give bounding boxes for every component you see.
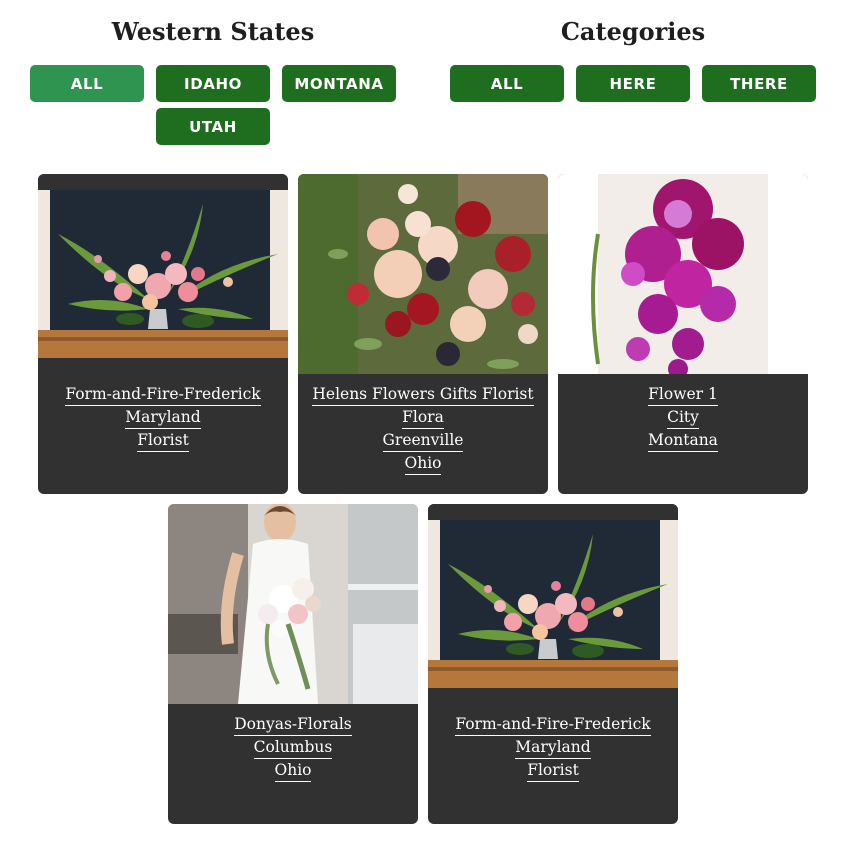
- western-states-filter: Western States ALL IDAHO MONTANA UTAH: [24, 0, 402, 150]
- florist-city-link[interactable]: Columbus: [253, 737, 333, 759]
- category-filter-here-button[interactable]: HERE: [576, 65, 690, 102]
- florist-card-caption: Donyas-Florals Columbus Ohio: [168, 714, 418, 783]
- florist-state-link[interactable]: Ohio: [404, 453, 442, 475]
- florist-city-link[interactable]: Flora: [402, 407, 444, 429]
- florist-location-link[interactable]: Maryland: [125, 407, 201, 429]
- florist-card: Helens Flowers Gifts Florist Flora Green…: [298, 174, 548, 494]
- category-filter-there-button[interactable]: THERE: [702, 65, 816, 102]
- florist-category-link[interactable]: Florist: [137, 430, 189, 452]
- florist-location-link[interactable]: Maryland: [515, 737, 591, 759]
- florist-card: Flower 1 City Montana: [558, 174, 808, 494]
- florist-name-link[interactable]: Helens Flowers Gifts Florist: [312, 384, 534, 406]
- florist-card: Donyas-Florals Columbus Ohio: [168, 504, 418, 824]
- florist-card: Form-and-Fire-Frederick Maryland Florist: [428, 504, 678, 824]
- florist-card-caption: Helens Flowers Gifts Florist Flora Green…: [298, 384, 548, 476]
- bouquet-closeup-photo[interactable]: [298, 174, 548, 374]
- state-filter-idaho-button[interactable]: IDAHO: [156, 65, 270, 102]
- state-filter-all-button[interactable]: ALL: [30, 65, 144, 102]
- florist-state-link[interactable]: Ohio: [274, 760, 312, 782]
- category-filter-all-button[interactable]: ALL: [450, 65, 564, 102]
- bride-with-bouquet-photo[interactable]: [168, 504, 418, 704]
- florist-name-link[interactable]: Donyas-Florals: [234, 714, 352, 736]
- categories-title: Categories: [560, 17, 706, 46]
- state-filter-utah-button[interactable]: UTAH: [156, 108, 270, 145]
- categories-filter: Categories ALL HERE THERE: [444, 0, 822, 110]
- floral-arrangement-photo[interactable]: [38, 174, 288, 374]
- florist-city-link[interactable]: City: [667, 407, 699, 429]
- florist-card-caption: Form-and-Fire-Frederick Maryland Florist: [38, 384, 288, 453]
- florist-category-link[interactable]: Florist: [527, 760, 579, 782]
- state-filter-montana-button[interactable]: MONTANA: [282, 65, 396, 102]
- florist-location-link[interactable]: Greenville: [382, 430, 464, 452]
- orchid-bouquet-photo[interactable]: [558, 174, 808, 374]
- florist-card-caption: Form-and-Fire-Frederick Maryland Florist: [428, 714, 678, 783]
- florist-name-link[interactable]: Form-and-Fire-Frederick: [65, 384, 261, 406]
- florist-card: Form-and-Fire-Frederick Maryland Florist: [38, 174, 288, 494]
- western-states-title: Western States: [111, 17, 315, 46]
- floral-arrangement-photo[interactable]: [428, 504, 678, 704]
- florist-state-link[interactable]: Montana: [648, 430, 718, 452]
- florist-name-link[interactable]: Flower 1: [648, 384, 718, 406]
- florist-name-link[interactable]: Form-and-Fire-Frederick: [455, 714, 651, 736]
- florist-card-caption: Flower 1 City Montana: [558, 384, 808, 453]
